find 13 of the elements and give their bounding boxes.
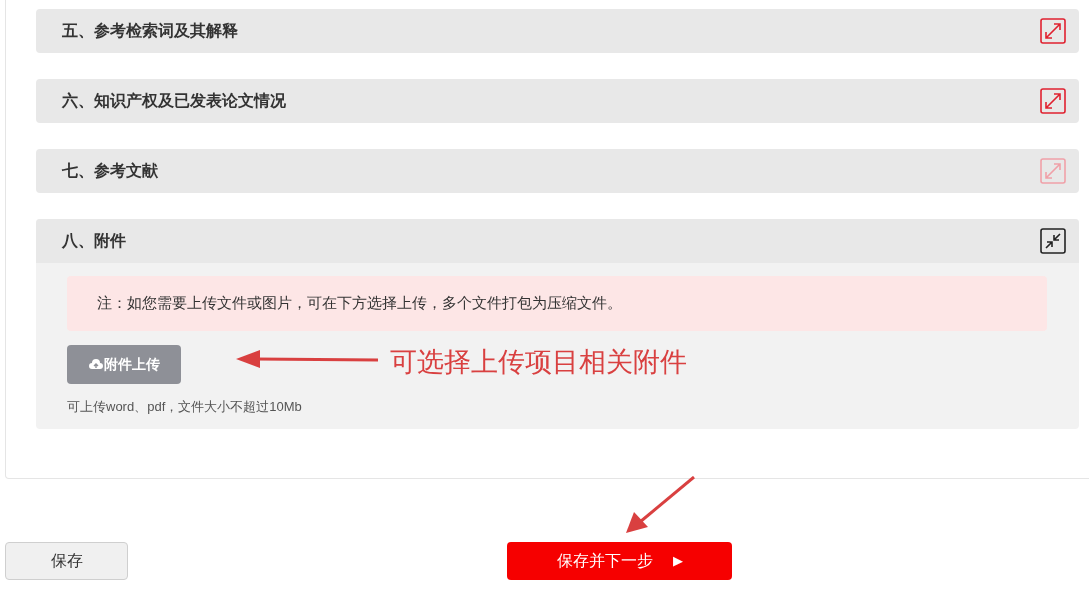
note-banner: 注：如您需要上传文件或图片，可在下方选择上传，多个文件打包为压缩文件。 (67, 276, 1047, 331)
expand-icon[interactable] (1040, 18, 1066, 44)
arrow (626, 476, 696, 534)
save-next-button[interactable]: 保存并下一步 ▶ (507, 542, 732, 580)
collapse-icon[interactable] (1040, 228, 1066, 254)
expand-icon[interactable] (1040, 88, 1066, 114)
annotation-text: 可选择上传项目相关附件 (390, 346, 687, 379)
save-button[interactable]: 保存 (5, 542, 128, 580)
cloud-upload-icon (88, 359, 103, 370)
upload-hint: 可上传word、pdf，文件大小不超过10Mb (67, 398, 303, 416)
section-header[interactable]: 六、知识产权及已发表论文情况 (36, 79, 1079, 123)
section-header[interactable]: 八、附件 (36, 219, 1079, 263)
section-header[interactable]: 五、参考检索词及其解释 (36, 9, 1079, 53)
